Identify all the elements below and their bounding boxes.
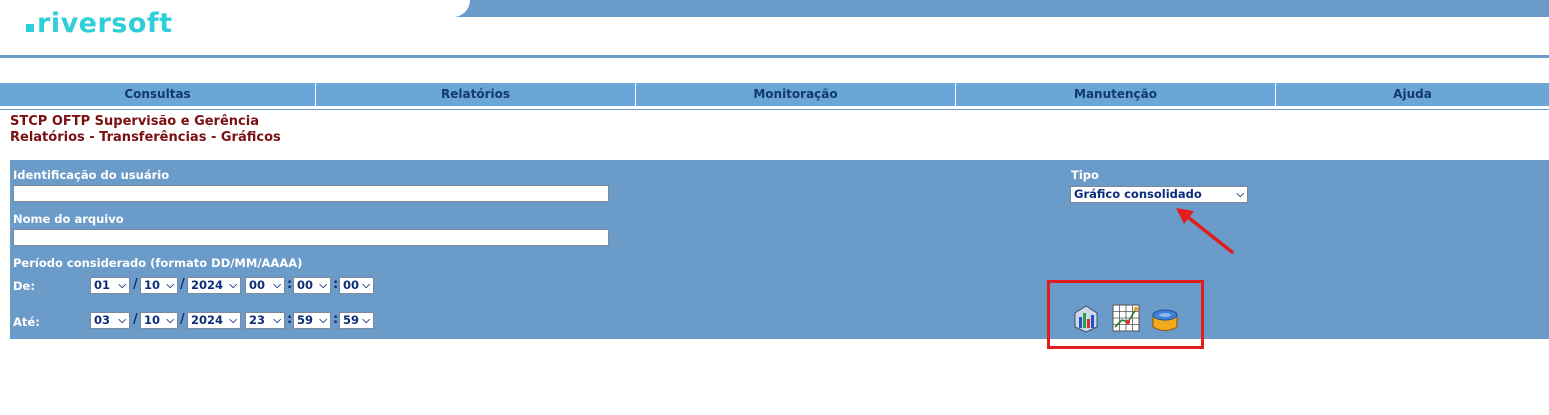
user-id-label: Identificação do usuário <box>13 168 170 182</box>
chevron-down-icon: ⌵ <box>319 315 327 326</box>
date-separator: / <box>133 277 138 292</box>
menu-item-manutencao[interactable]: Manutenção <box>956 83 1276 106</box>
annotation-arrow-icon <box>1176 208 1234 254</box>
menu-item-monitoracao[interactable]: Monitoração <box>636 83 956 106</box>
top-header: riversoft <box>0 0 1549 60</box>
main-menu: Consultas Relatórios Monitoração Manuten… <box>0 83 1549 106</box>
riversoft-logo[interactable]: riversoft <box>26 8 173 39</box>
filename-label: Nome do arquivo <box>13 212 124 226</box>
chevron-down-icon: ⌵ <box>273 280 281 291</box>
menu-item-relatorios[interactable]: Relatórios <box>316 83 636 106</box>
to-label: Até: <box>13 315 40 329</box>
chevron-down-icon: ⌵ <box>362 280 370 291</box>
page-title: STCP OFTP Supervisão e Gerência <box>10 114 259 129</box>
user-id-input[interactable] <box>13 185 609 202</box>
chevron-down-icon: ⌵ <box>362 315 370 326</box>
menu-item-ajuda[interactable]: Ajuda <box>1276 83 1549 106</box>
date-separator: / <box>133 312 138 327</box>
to-second-select[interactable]: 59 ⌵ <box>339 312 374 329</box>
from-label: De: <box>13 279 35 293</box>
date-separator: / <box>180 312 185 327</box>
from-month-select[interactable]: 10 ⌵ <box>140 277 178 294</box>
chevron-down-icon: ⌵ <box>229 315 237 326</box>
menu-item-consultas[interactable]: Consultas <box>0 83 316 106</box>
time-separator: : <box>333 277 339 292</box>
from-minute-select[interactable]: 00 ⌵ <box>293 277 331 294</box>
tipo-label: Tipo <box>1071 168 1099 182</box>
from-hour-select[interactable]: 00 ⌵ <box>245 277 285 294</box>
from-year-select[interactable]: 2024 ⌵ <box>187 277 241 294</box>
header-band <box>455 0 1549 17</box>
time-separator: : <box>287 312 293 327</box>
filter-panel: Identificação do usuário Nome do arquivo… <box>10 160 1549 339</box>
logo-text: riversoft <box>37 8 173 39</box>
logo-mark-icon <box>26 24 34 32</box>
chevron-down-icon: ⌵ <box>273 315 281 326</box>
chevron-down-icon: ⌵ <box>118 280 126 291</box>
from-day-select[interactable]: 01 ⌵ <box>90 277 130 294</box>
chevron-down-icon: ⌵ <box>229 280 237 291</box>
page-subtitle: Relatórios - Transferências - Gráficos <box>10 130 281 145</box>
highlight-box <box>1047 280 1204 349</box>
from-second-select[interactable]: 00 ⌵ <box>339 277 374 294</box>
time-separator: : <box>333 312 339 327</box>
chevron-down-icon: ⌵ <box>166 280 174 291</box>
to-day-select[interactable]: 03 ⌵ <box>90 312 130 329</box>
date-separator: / <box>180 277 185 292</box>
to-minute-select[interactable]: 59 ⌵ <box>293 312 331 329</box>
filename-input[interactable] <box>13 229 609 246</box>
period-label: Período considerado (formato DD/MM/AAAA) <box>13 256 303 270</box>
chevron-down-icon: ⌵ <box>319 280 327 291</box>
chevron-down-icon: ⌵ <box>118 315 126 326</box>
to-year-select[interactable]: 2024 ⌵ <box>187 312 241 329</box>
to-hour-select[interactable]: 23 ⌵ <box>245 312 285 329</box>
chevron-down-icon: ⌵ <box>166 315 174 326</box>
time-separator: : <box>287 277 293 292</box>
header-divider <box>0 55 1549 58</box>
menu-divider <box>0 109 1549 110</box>
to-month-select[interactable]: 10 ⌵ <box>140 312 178 329</box>
